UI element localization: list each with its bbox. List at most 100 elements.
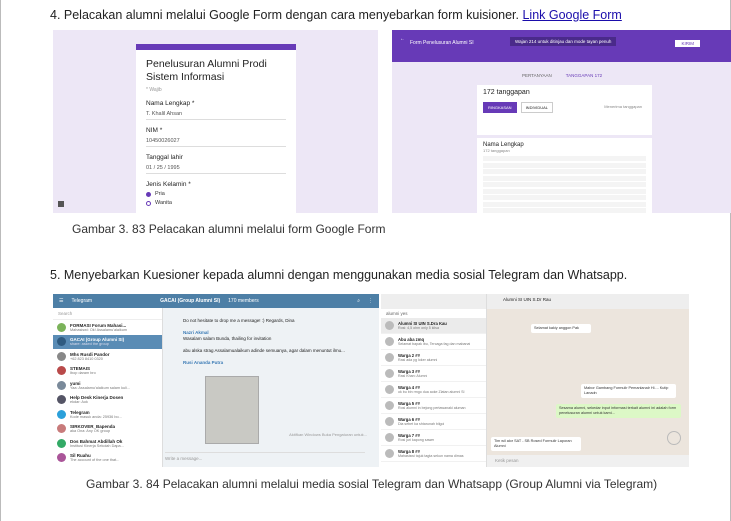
telegram-chat-item[interactable]: Dos Bahmat Abdillah Ok Institusi Kinerja … <box>53 436 162 451</box>
google-form-responses-screenshot: ← Form Penelusuran Alumni SI Wajan 214 u… <box>392 30 731 213</box>
back-arrow-icon[interactable]: ← <box>400 36 405 42</box>
chat-bubble-own: Sesama alumni, sekedar input informasi t… <box>556 404 681 418</box>
chat-preview: Mahasiswi tajuk tagta sekun nama dimas <box>398 454 464 458</box>
avatar <box>57 322 66 332</box>
accepting-label: Menerima tanggapan <box>604 104 642 109</box>
google-form-link[interactable]: Link Google Form <box>522 8 621 22</box>
radio-unchecked-icon <box>146 200 151 206</box>
chat-preview: Kode masuk anda: 25936 bo... <box>70 414 122 419</box>
whatsapp-chat-item[interactable]: Abu aba zmq Selamat bapak ibu, Tercaga fa… <box>381 334 486 350</box>
message: Nazri Akmal Wasalam salam Bunda, thailing… <box>183 330 375 342</box>
whatsapp-chat-item[interactable]: Warga 2 ## Rasi ada yg loker alumni <box>381 350 486 366</box>
radio-pria[interactable]: Pria <box>146 191 286 197</box>
whatsapp-chat-item[interactable]: Warga 8 ## Mahasiswi tajuk tagta sekun na… <box>381 446 486 462</box>
chat-preview: ekdar: Aok <box>70 400 88 405</box>
telegram-chat-item[interactable]: FORMASI Forum Mahasi... Mahasiswi: Ok! As… <box>53 320 162 335</box>
whatsapp-screenshot: alumni yes Alumni SI UIN S.Dra Kau Rosi: … <box>381 294 689 467</box>
whatsapp-message-input[interactable]: Ketik pesan <box>487 455 689 467</box>
chat-preview: Mahasiswi: Ok! Assalamu'alaikum <box>70 327 128 332</box>
chat-preview: Rasi ada yg loker alumni <box>398 358 438 362</box>
avatar <box>57 453 66 463</box>
whatsapp-chat-item[interactable]: Warga 3 ## Rasi Khan: Alumni <box>381 366 486 382</box>
group-members: 170 members <box>228 298 259 304</box>
chat-bubble: Tim wil alor SAT - SB Rosed Formulir Lap… <box>491 437 581 451</box>
search-icon[interactable]: ⌕ <box>357 298 360 304</box>
whatsapp-chat-item[interactable]: Warga 4 ## ok bu bin rmgo dua aoke Zlatan… <box>381 382 486 398</box>
avatar <box>57 351 66 361</box>
response-row <box>483 208 646 213</box>
menu-icon[interactable]: ☰ <box>59 298 63 304</box>
responses-summary-card: 172 tanggapan RINGKASAN INDIVIDUAL Mener… <box>477 85 652 135</box>
telegram-search-input[interactable]: Search <box>53 308 162 320</box>
summary-button[interactable]: RINGKASAN <box>483 102 517 113</box>
chat-preview: Rosi alumni in bejong pertawanaki aluman <box>398 406 466 410</box>
whatsapp-chat-item[interactable]: Alumni SI UIN S.Dra Kau Rosi: 4,5 ohm onl… <box>381 318 486 334</box>
response-row <box>483 195 646 200</box>
shared-photo[interactable] <box>205 376 259 444</box>
message-text: Wasalam salam Bunda, thailing for invita… <box>183 336 272 341</box>
response-row <box>483 182 646 187</box>
whatsapp-chat-list: alumni yes Alumni SI UIN S.Dra Kau Rosi: … <box>381 294 487 467</box>
radio-wanita[interactable]: Wanita <box>146 200 286 206</box>
field-nim-label: NIM * <box>146 127 163 134</box>
telegram-chat-item[interactable]: Help Desk Kinerja Dosen ekdar: Aok <box>53 393 162 408</box>
message-sender: Nazri Akmal <box>183 330 209 335</box>
response-row <box>483 156 646 161</box>
field-name-input[interactable]: T. Khalil Ahsan <box>146 109 286 120</box>
radio-checked-icon <box>146 191 151 197</box>
tab-questions[interactable]: PERTANYAAN <box>522 73 552 78</box>
telegram-chat-item[interactable]: SIRKOVER_Bapenda aka Ona: Any OK group <box>53 422 162 437</box>
chat-preview: Rosi juri kapong sawer <box>398 438 435 442</box>
chat-preview: +62 823 8410 0320 <box>70 356 103 361</box>
caption-figure-3-84: Gambar 3. 84 Pelacakan alumni melalui me… <box>86 477 658 491</box>
radio-wanita-label: Wanita <box>155 200 172 206</box>
avatar <box>385 369 394 378</box>
whatsapp-chat-item[interactable]: Warga 5 ## Rosi alumni in bejong pertawan… <box>381 398 486 414</box>
tab-responses-label: TANGGAPAN <box>565 73 594 78</box>
field-birthdate-input[interactable]: 01 / 25 / 1995 <box>146 163 286 174</box>
individual-button[interactable]: INDIVIDUAL <box>520 102 554 113</box>
message-input[interactable]: Write a message... <box>165 452 365 461</box>
chat-preview: Yaa: Assalamu'alaikum salam kuli... <box>70 385 130 390</box>
whatsapp-chat-item[interactable]: Warga 7 ## Rosi juri kapong sawer <box>381 430 486 446</box>
telegram-chat-item[interactable]: Telegram Kode masuk anda: 25936 bo... <box>53 407 162 422</box>
avatar <box>57 409 66 419</box>
response-row <box>483 201 646 207</box>
chat-bubble: Mabor Gambang Formulir Pemanlanalr Hi...… <box>581 384 676 398</box>
tab-responses[interactable]: TANGGAPAN 172 <box>566 73 602 78</box>
whatsapp-list-header <box>381 294 486 309</box>
whatsapp-chat-item[interactable]: Warga 6 ## Dia sebet ka shtarunah bilgoi <box>381 414 486 430</box>
avatar <box>385 433 394 442</box>
form-title: Penelusuran Alumni Prodi Sistem Informas… <box>146 58 267 83</box>
telegram-chat-item[interactable]: Sil Ruahu The account of the one that... <box>53 451 162 466</box>
more-icon[interactable]: ⋮ <box>368 298 373 304</box>
avatar <box>57 380 66 390</box>
telegram-chat-item[interactable]: STEMAIS Ibop daram bro <box>53 364 162 379</box>
google-form-screenshot: Penelusuran Alumni Prodi Sistem Informas… <box>53 30 378 213</box>
question-count: 172 tanggapan <box>483 148 510 153</box>
message: Rusi Ananda Putra <box>183 360 375 366</box>
response-row <box>483 175 646 181</box>
response-row <box>483 162 646 168</box>
send-button[interactable]: KIRIM <box>675 40 700 47</box>
message: abu alska strag Assalamualaikum adinde s… <box>183 348 345 353</box>
telegram-chat-item[interactable]: GACAI (Group Alumni SI) share: asked the … <box>53 334 162 349</box>
watermark-logo <box>667 431 681 445</box>
view-toggle: RINGKASAN INDIVIDUAL Menerima tanggapan <box>483 102 646 113</box>
step-4-text: 4. Pelacakan alumni melalui Google Form … <box>50 8 622 22</box>
telegram-chat-item[interactable]: Mhs Rusdi Pandor +62 823 8410 0320 <box>53 349 162 364</box>
form-card: Penelusuran Alumni Prodi Sistem Informas… <box>136 44 296 213</box>
whatsapp-search-input[interactable]: alumni yes <box>381 309 486 318</box>
avatar <box>57 395 66 405</box>
form-header-title: Form Penelusuran Alumni SI <box>410 40 474 46</box>
avatar <box>385 449 394 458</box>
chat-preview: ok bu bin rmgo dua aoke Zlatan alumni SI <box>398 390 465 394</box>
form-tabs: PERTANYAAN TANGGAPAN 172 <box>522 73 602 78</box>
telegram-topbar: ☰ Telegram GACAI (Group Alumni SI) 170 m… <box>53 294 379 308</box>
avatar <box>385 385 394 394</box>
telegram-screenshot: ☰ Telegram GACAI (Group Alumni SI) 170 m… <box>53 294 379 467</box>
telegram-app-title: Telegram <box>71 298 93 304</box>
telegram-chat-item[interactable]: yumi Yaa: Assalamu'alaikum salam kuli... <box>53 378 162 393</box>
chat-preview: aka Ona: Any OK group <box>70 429 111 434</box>
field-nim-input[interactable]: 10450026027 <box>146 136 286 147</box>
